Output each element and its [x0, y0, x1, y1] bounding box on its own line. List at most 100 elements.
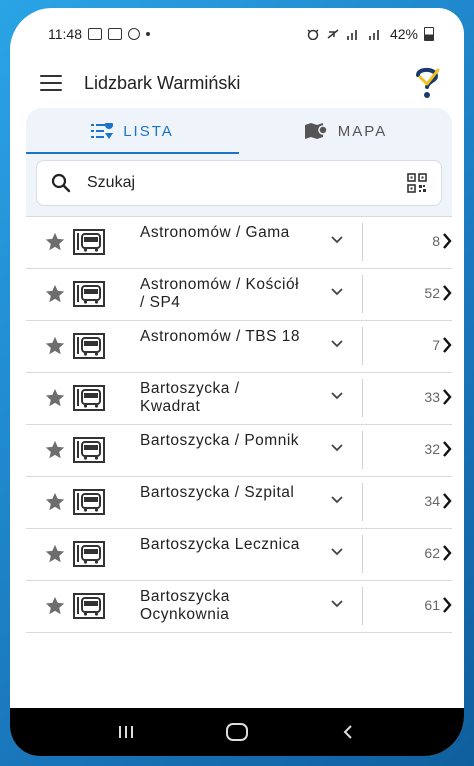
list-pin-icon [91, 123, 114, 139]
chevron-down-icon[interactable] [330, 599, 344, 609]
stop-row[interactable]: Bartoszycka Lecznica 62 [26, 528, 452, 580]
departure-count: 62 [424, 545, 440, 561]
bus-stop-icon [73, 333, 105, 359]
mute-icon [327, 29, 339, 39]
stop-row[interactable]: Bartoszycka Ocynkownia 61 [26, 580, 452, 633]
qr-code-icon[interactable] [407, 173, 427, 193]
bus-stop-icon [73, 489, 105, 515]
chevron-right-icon[interactable] [442, 232, 452, 250]
departure-count: 8 [432, 233, 440, 249]
departure-count: 33 [424, 389, 440, 405]
favorite-star-icon[interactable] [44, 387, 66, 409]
departure-count: 52 [424, 285, 440, 301]
stop-name: Bartoszycka Lecznica [140, 536, 300, 553]
favorite-star-icon[interactable] [44, 491, 66, 513]
chevron-right-icon[interactable] [442, 492, 452, 510]
search-icon [51, 173, 71, 193]
row-divider [362, 223, 363, 261]
sync-notification-icon [128, 28, 140, 40]
signal-icon-2 [368, 30, 379, 40]
chevron-right-icon[interactable] [442, 284, 452, 302]
departure-count: 32 [424, 441, 440, 457]
more-notifications-icon [146, 32, 150, 36]
favorite-star-icon[interactable] [44, 231, 66, 253]
battery-percent: 42% [389, 26, 418, 42]
chevron-right-icon[interactable] [442, 544, 452, 562]
view-tabs: LISTA MAPA [26, 108, 452, 154]
stop-name: Bartoszycka / Kwadrat [140, 380, 240, 415]
recent-apps-button[interactable] [111, 722, 141, 742]
stop-name: Bartoszycka Ocynkownia [140, 588, 230, 623]
alarm-icon [307, 29, 319, 40]
recent-apps-icon [118, 726, 133, 738]
tab-mapa-label: MAPA [337, 122, 388, 140]
bus-stop-icon [73, 593, 105, 619]
bus-stop-icon [73, 281, 105, 307]
home-button[interactable] [222, 722, 252, 742]
stop-row[interactable]: Bartoszycka / Kwadrat 33 [26, 372, 452, 424]
stop-name: Astronomów / TBS 18 [140, 328, 300, 345]
stop-name: Bartoszycka / Pomnik [140, 432, 300, 449]
departure-count: 34 [424, 493, 440, 509]
app-title: Lidzbark Warmiński [84, 72, 241, 93]
favorite-star-icon[interactable] [44, 283, 66, 305]
map-pin-icon [304, 123, 328, 139]
tab-lista-label: LISTA [123, 122, 174, 140]
battery-icon [424, 27, 434, 41]
signal-icon [346, 30, 357, 40]
favorite-star-icon[interactable] [44, 595, 66, 617]
stop-row[interactable]: Astronomów / Kościół / SP4 52 [26, 268, 452, 320]
stop-name: Astronomów / Gama [140, 224, 290, 241]
departure-count: 7 [432, 337, 440, 353]
bus-stop-icon [73, 541, 105, 567]
row-divider [362, 587, 363, 625]
app-bar: Lidzbark Warmiński [10, 60, 464, 106]
chevron-down-icon[interactable] [330, 235, 344, 245]
row-divider [362, 275, 363, 313]
search-input[interactable] [85, 173, 407, 193]
row-divider [362, 327, 363, 365]
phone-screen: 11:48 42% Lidzbark Warmiński LISTA MAPA … [10, 8, 464, 756]
help-logo-icon[interactable] [412, 66, 442, 100]
hamburger-menu-icon[interactable] [40, 75, 62, 91]
favorite-star-icon[interactable] [44, 439, 66, 461]
row-divider [362, 535, 363, 573]
chevron-down-icon[interactable] [330, 287, 344, 297]
bus-stop-icon [73, 229, 105, 255]
row-divider [362, 379, 363, 417]
status-left: 11:48 [48, 26, 150, 42]
row-divider [362, 483, 363, 521]
chevron-down-icon[interactable] [330, 339, 344, 349]
chevron-right-icon[interactable] [442, 440, 452, 458]
stop-row[interactable]: Astronomów / Gama 8 [26, 216, 452, 268]
departure-count: 61 [424, 597, 440, 613]
stop-name: Bartoszycka / Szpital [140, 484, 295, 501]
chevron-right-icon[interactable] [442, 336, 452, 354]
row-divider [362, 431, 363, 469]
chevron-down-icon[interactable] [330, 391, 344, 401]
chevron-right-icon[interactable] [442, 388, 452, 406]
favorite-star-icon[interactable] [44, 543, 66, 565]
tab-mapa[interactable]: MAPA [239, 108, 452, 154]
tab-lista[interactable]: LISTA [26, 108, 239, 154]
home-icon [225, 723, 248, 741]
message-notification-icon [108, 28, 122, 40]
bus-stop-icon [73, 385, 105, 411]
stop-row[interactable]: Bartoszycka / Szpital 34 [26, 476, 452, 528]
chevron-down-icon[interactable] [330, 547, 344, 557]
search-bar [36, 160, 442, 206]
status-time: 11:48 [48, 26, 82, 42]
stop-row[interactable]: Astronomów / TBS 18 7 [26, 320, 452, 372]
bus-stop-icon [73, 437, 105, 463]
chevron-down-icon[interactable] [330, 495, 344, 505]
gallery-notification-icon [88, 28, 102, 40]
stop-row[interactable]: Bartoszycka / Pomnik 32 [26, 424, 452, 476]
favorite-star-icon[interactable] [44, 335, 66, 357]
list-card: LISTA MAPA [26, 108, 452, 222]
system-nav-bar [10, 708, 464, 756]
chevron-right-icon[interactable] [442, 596, 452, 614]
back-button[interactable] [333, 722, 363, 742]
back-icon [343, 725, 353, 739]
status-right: 42% [306, 26, 434, 42]
chevron-down-icon[interactable] [330, 443, 344, 453]
